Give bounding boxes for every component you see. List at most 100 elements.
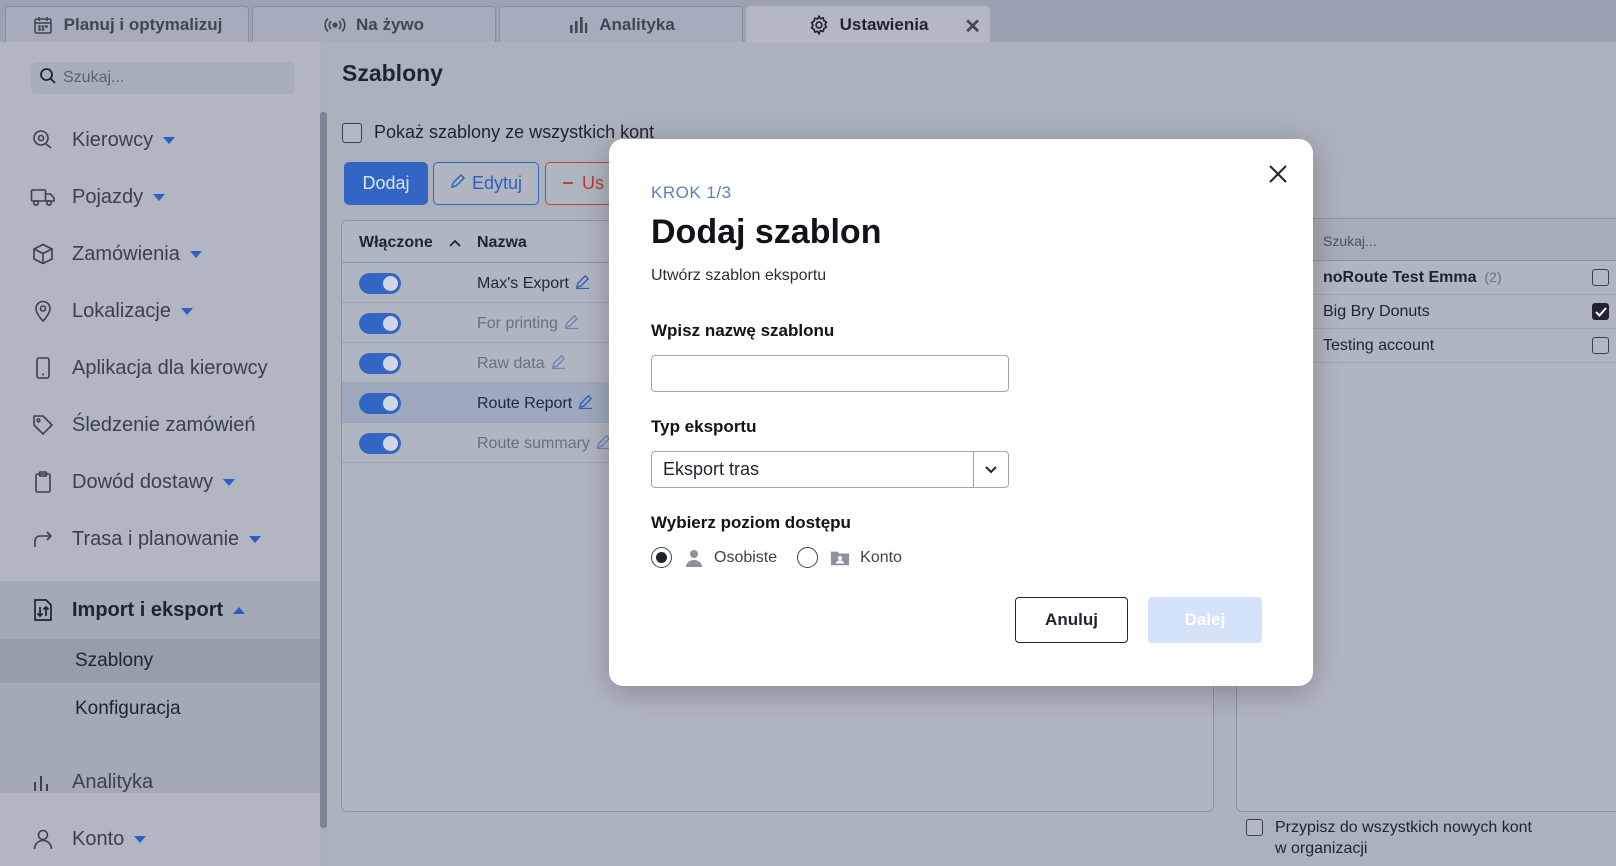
column-header-enabled[interactable]: Włączone [359, 234, 461, 252]
tab-plan-optimize[interactable]: Planuj i optymalizuj [5, 6, 249, 42]
chevron-down-icon [189, 250, 202, 258]
template-name-text: Max's Export [477, 275, 569, 292]
access-level-radio-group: Osobiste Konto [651, 547, 902, 568]
radio-account-label: Konto [860, 548, 902, 566]
enabled-toggle[interactable] [359, 313, 401, 334]
account-name: noRoute Test Emma (2) [1323, 269, 1502, 287]
enabled-toggle[interactable] [359, 393, 401, 414]
modal-title: Dodaj szablon [651, 213, 882, 251]
sidebar-scrollbar[interactable] [320, 112, 327, 828]
sidebar-item-locations[interactable]: Lokalizacje [0, 285, 320, 337]
cancel-button[interactable]: Anuluj [1015, 597, 1128, 643]
truck-icon [30, 184, 56, 210]
sidebar-search-input[interactable] [63, 69, 283, 87]
enabled-toggle[interactable] [359, 273, 401, 294]
account-checkbox[interactable] [1592, 337, 1609, 354]
column-header-name[interactable]: Nazwa [477, 234, 527, 252]
assign-all-new-accounts[interactable]: Przypisz do wszystkich nowych kont w org… [1246, 817, 1532, 859]
pencil-icon[interactable] [575, 274, 590, 294]
template-name-text: Route Report [477, 395, 573, 412]
sort-asc-icon [449, 234, 461, 252]
sidebar-item-account[interactable]: Konto [0, 813, 320, 865]
import-export-icon [30, 597, 56, 623]
assign-all-label: Przypisz do wszystkich nowych kont w org… [1275, 817, 1532, 859]
tab-label: Analityka [599, 14, 675, 34]
tab-label: Planuj i optymalizuj [63, 14, 223, 34]
sidebar-item-order-tracking[interactable]: Śledzenie zamówień [0, 399, 320, 451]
tab-analytics[interactable]: Analityka [499, 6, 743, 42]
sidebar-item-driver-app[interactable]: Aplikacja dla kierowcy [0, 342, 320, 394]
sidebar: Kierowcy Pojazdy Zamówienia Lokalizacje … [0, 42, 320, 866]
show-all-checkbox[interactable] [342, 122, 362, 143]
template-name-text: For printing [477, 315, 558, 332]
edit-button[interactable]: Edytuj [433, 162, 539, 205]
radio-account[interactable] [797, 547, 819, 568]
pencil-icon [450, 173, 466, 194]
account-name: Testing account [1323, 337, 1435, 354]
sidebar-item-label: Kierowcy [72, 128, 154, 151]
delete-button[interactable]: Us [545, 162, 615, 205]
chevron-down-icon [180, 307, 193, 315]
edit-button-label: Edytuj [471, 173, 523, 193]
template-name: Raw data [477, 354, 566, 374]
sidebar-item-proof-of-delivery[interactable]: Dowód dostawy [0, 456, 320, 508]
template-name: Route Report [477, 394, 593, 414]
export-type-select[interactable]: Eksport tras [651, 451, 1009, 488]
enabled-toggle[interactable] [359, 353, 401, 374]
tag-icon [30, 412, 56, 438]
box-icon [30, 241, 56, 267]
enabled-toggle[interactable] [359, 433, 401, 454]
chevron-up-icon [233, 606, 246, 614]
chevron-down-icon [163, 136, 176, 144]
sidebar-item-orders[interactable]: Zamówienia [0, 228, 320, 280]
sidebar-subitem-label: Szablony [75, 650, 154, 671]
tab-label: Ustawienia [839, 14, 929, 34]
next-button[interactable]: Dalej [1148, 597, 1262, 643]
template-name-label: Wpisz nazwę szablonu [651, 321, 835, 340]
phone-icon [30, 355, 56, 381]
sidebar-item-analytics[interactable]: Analityka [0, 756, 320, 808]
chevron-down-icon[interactable] [973, 452, 1008, 487]
sidebar-item-drivers[interactable]: Kierowcy [0, 114, 320, 166]
folder-user-icon [830, 548, 850, 568]
modal-subtitle: Utwórz szablon eksportu [651, 267, 827, 284]
template-name: Route summary [477, 434, 611, 454]
sidebar-item-vehicles[interactable]: Pojazdy [0, 171, 320, 223]
close-icon[interactable] [1263, 159, 1293, 189]
pencil-icon[interactable] [564, 314, 579, 334]
sidebar-item-import-export[interactable]: Import i eksport [0, 581, 320, 639]
tab-label: Na żywo [355, 14, 425, 34]
tab-live[interactable]: Na żywo [252, 6, 496, 42]
route-arrow-icon [30, 526, 56, 552]
add-template-modal: KROK 1/3 Dodaj szablon Utwórz szablon ek… [609, 139, 1313, 686]
pencil-icon[interactable] [551, 354, 566, 374]
sidebar-item-label: Pojazdy [72, 185, 144, 208]
sidebar-subitem-configuration[interactable]: Konfiguracja [0, 687, 320, 731]
person-icon [684, 548, 704, 568]
user-icon [30, 826, 56, 852]
sidebar-item-label: Zamówienia [72, 242, 180, 265]
broadcast-icon [324, 14, 346, 36]
sidebar-search[interactable] [31, 62, 295, 94]
radio-personal-label: Osobiste [714, 548, 778, 566]
tab-settings[interactable]: Ustawienia ✕ [746, 6, 990, 42]
close-tab-icon[interactable]: ✕ [964, 14, 981, 39]
show-all-label: Pokaż szablony ze wszystkich kont [374, 122, 655, 142]
sidebar-subitem-templates[interactable]: Szablony [0, 639, 320, 683]
driver-icon [30, 127, 56, 153]
chevron-down-icon [153, 193, 166, 201]
account-checkbox[interactable] [1592, 269, 1609, 286]
add-button[interactable]: Dodaj [344, 162, 428, 205]
assign-all-checkbox[interactable] [1246, 819, 1263, 836]
template-name-input[interactable] [651, 355, 1009, 392]
delete-button-label: Us [582, 173, 604, 193]
access-level-label: Wybierz poziom dostępu [651, 513, 851, 532]
sidebar-item-route-planning[interactable]: Trasa i planowanie [0, 513, 320, 565]
account-checkbox[interactable] [1592, 303, 1609, 320]
pencil-icon[interactable] [578, 394, 593, 414]
show-all-templates-toggle[interactable]: Pokaż szablony ze wszystkich kont [342, 122, 654, 143]
radio-personal[interactable] [651, 547, 672, 568]
clipboard-icon [30, 469, 56, 495]
sidebar-item-label: Śledzenie zamówień [72, 413, 256, 436]
template-name-text: Raw data [477, 355, 545, 372]
